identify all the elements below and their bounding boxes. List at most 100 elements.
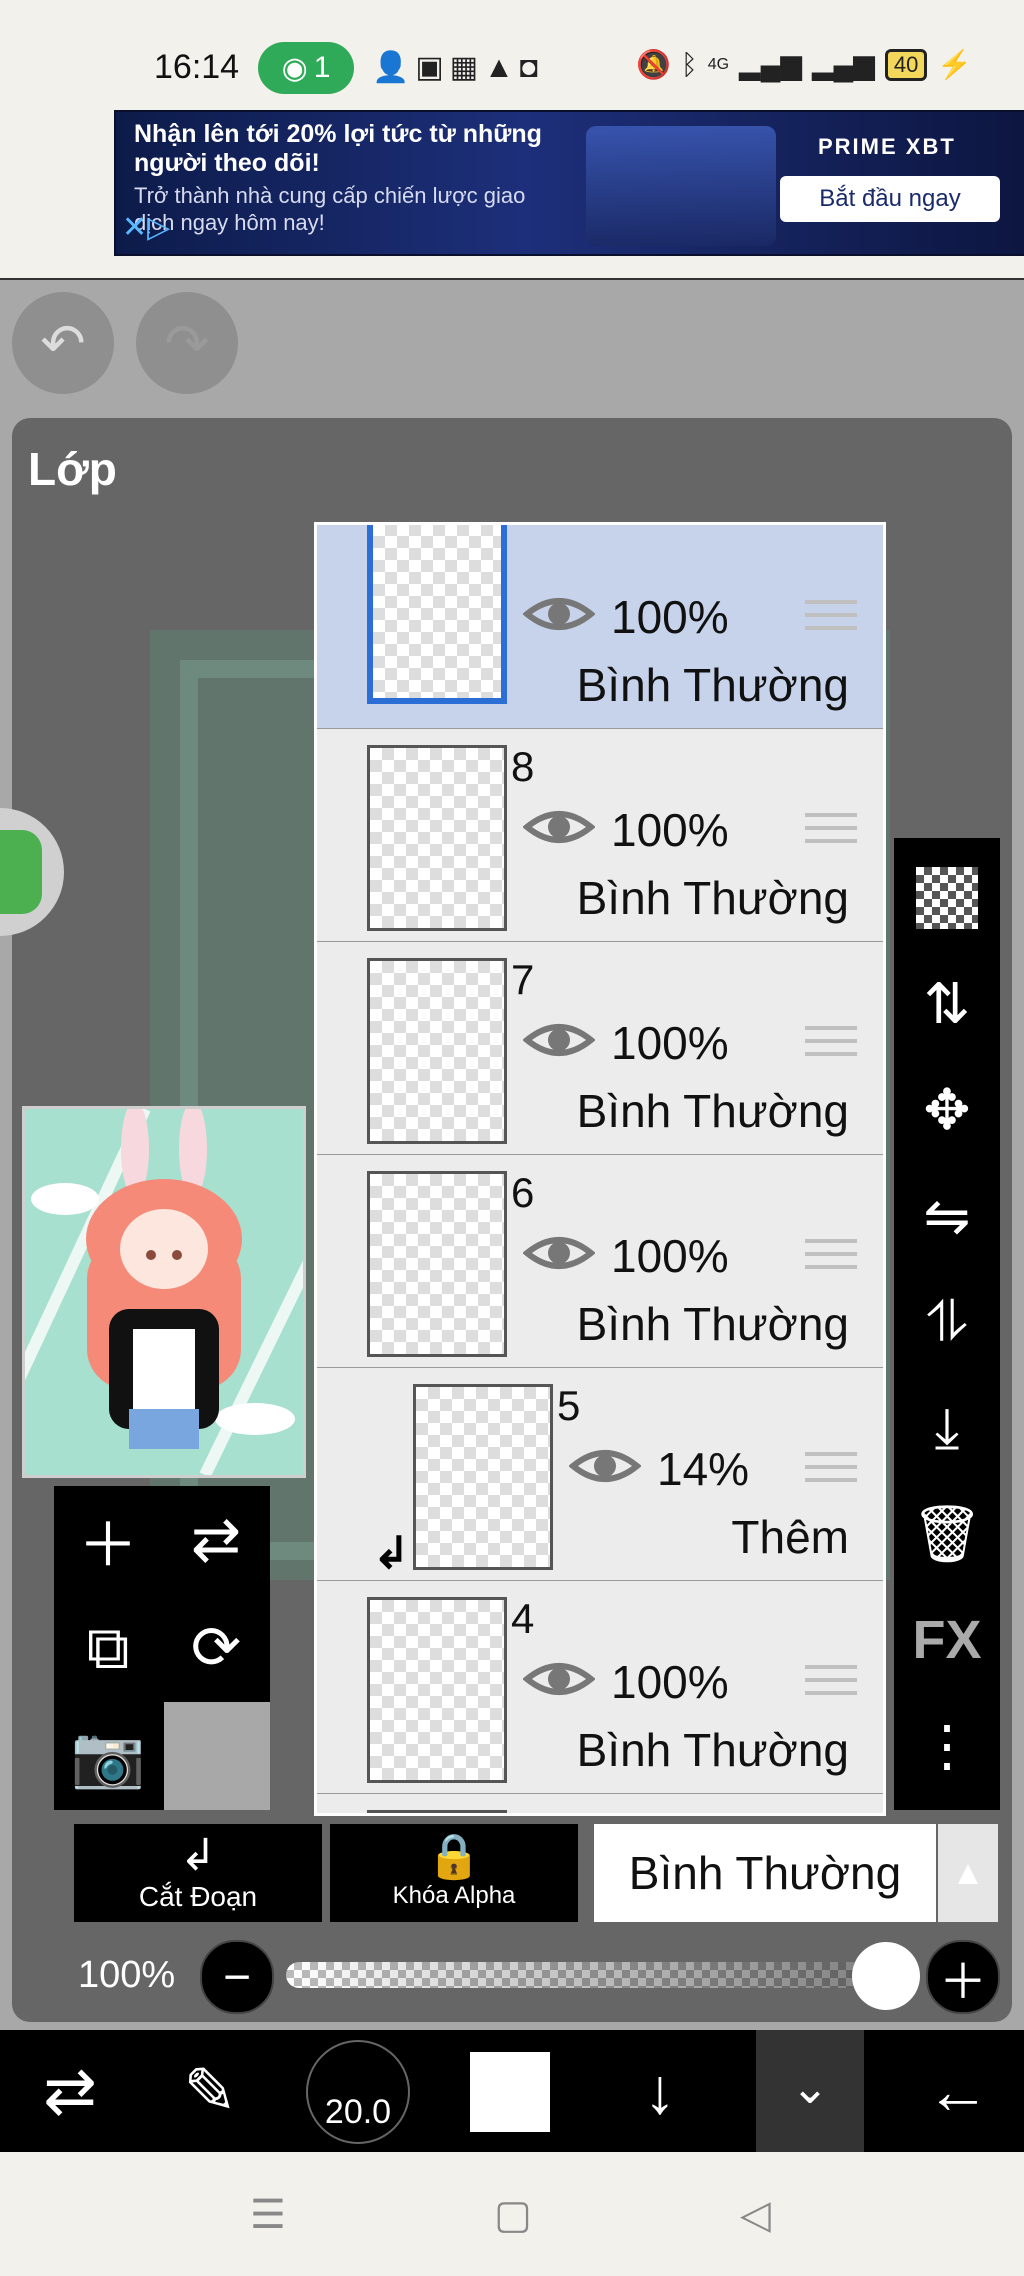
- clip-button[interactable]: ↲ Cắt Đoạn: [74, 1824, 322, 1922]
- undo-button[interactable]: ↶: [12, 292, 114, 394]
- menu-icon[interactable]: ☰: [250, 2192, 286, 2238]
- layer-thumbnail[interactable]: [367, 958, 507, 1144]
- eye-icon[interactable]: [569, 1442, 641, 1490]
- layer-list[interactable]: 100% Bình Thường 8 100% Bình Thường 7 100% Bình…: [314, 522, 886, 1816]
- side-handle-icon: [0, 830, 42, 914]
- eye-icon[interactable]: [523, 1016, 595, 1064]
- drag-handle-icon[interactable]: [805, 1452, 857, 1492]
- minus-icon: −: [222, 1950, 252, 2004]
- layer-thumbnail[interactable]: [367, 745, 507, 931]
- left-toolbar: ＋ ⇄ ⧉ ⟳ 📷: [54, 1486, 270, 1810]
- opacity-value: 100%: [78, 1954, 176, 1996]
- drag-handle-icon[interactable]: [805, 1026, 857, 1066]
- merge-down-button[interactable]: ⤓: [894, 1378, 1000, 1478]
- signal-2-icon: ▂▄▆: [811, 49, 875, 80]
- opacity-slider-thumb[interactable]: [852, 1942, 920, 2010]
- layer-thumbnail[interactable]: [367, 1597, 507, 1783]
- brush-tool-button[interactable]: ✎: [140, 2030, 280, 2152]
- merge-down-icon: ⤓: [934, 1395, 960, 1459]
- canvas-preview[interactable]: [22, 1106, 306, 1478]
- layer-opacity: 100%: [611, 591, 729, 643]
- layer-thumbnail[interactable]: [367, 1171, 507, 1357]
- ad-cta-button[interactable]: Bắt đầu ngay: [780, 176, 1000, 222]
- rocket-icon: ▲: [484, 51, 520, 84]
- layer-row[interactable]: 3: [317, 1794, 883, 1813]
- back-nav-icon[interactable]: ◁: [740, 2192, 771, 2238]
- network-type: 4G: [707, 55, 730, 73]
- opacity-decrease-button[interactable]: −: [200, 1940, 274, 2014]
- camera-button[interactable]: 📷: [54, 1702, 162, 1810]
- add-copy-icon: ⧉: [86, 1614, 130, 1681]
- layer-thumbnail[interactable]: [413, 1384, 553, 1570]
- layer-thumbnail[interactable]: [367, 1810, 507, 1813]
- clipping-arrow-icon: ↲: [373, 1529, 410, 1578]
- eye-icon[interactable]: [523, 590, 595, 638]
- eye-icon[interactable]: [523, 1229, 595, 1277]
- opacity-increase-button[interactable]: ＋: [926, 1940, 1000, 2014]
- more-button[interactable]: ⋮: [894, 1696, 1000, 1796]
- rotate-button[interactable]: ⟳: [162, 1594, 270, 1702]
- layer-number: 8: [511, 743, 535, 790]
- layer-down-button[interactable]: ↓: [590, 2030, 730, 2152]
- ad-headline: Nhận lên tới 20% lợi tức từ những người …: [134, 120, 542, 177]
- ad-banner[interactable]: Nhận lên tới 20% lợi tức từ những người …: [114, 110, 1024, 256]
- blend-mode-select[interactable]: Bình Thường: [594, 1824, 936, 1922]
- drag-handle-icon[interactable]: [805, 600, 857, 640]
- video-icon: ▣: [415, 51, 450, 84]
- alpha-lock-label: Khóa Alpha: [392, 1882, 516, 1909]
- layer-row[interactable]: 8 100% Bình Thường: [317, 729, 883, 944]
- more-icon: ⋮: [919, 1714, 975, 1777]
- status-bar: 16:14 ◉ 1 👤▣▦▲◘ 🔕 ᛒ 4G ▂▄▆ ▂▄▆ 40 ⚡: [0, 0, 1024, 108]
- add-layer-button[interactable]: ＋: [54, 1486, 162, 1594]
- transparency-icon: [916, 867, 978, 929]
- bluetooth-icon: ᛒ: [680, 48, 698, 80]
- rotate-icon: ⟳: [190, 1614, 242, 1681]
- ad-brand: PRIME XBT: [818, 134, 956, 159]
- layer-blend-mode: Bình Thường: [576, 872, 849, 924]
- redo-button[interactable]: ↷: [136, 292, 238, 394]
- redo-icon: ↷: [164, 313, 210, 374]
- add-copy-button[interactable]: ⧉: [54, 1594, 162, 1702]
- triangle-up-icon: ▲: [951, 1853, 985, 1892]
- flip-vertical-button[interactable]: ⥮: [894, 1272, 1000, 1372]
- color-picker-button[interactable]: [470, 2052, 550, 2132]
- battery-level: 40: [884, 48, 928, 81]
- move-button[interactable]: ✥: [894, 1060, 1000, 1160]
- plus-icon: ＋: [938, 1956, 987, 2009]
- back-button[interactable]: ←: [888, 2030, 1024, 2152]
- ad-close-icon[interactable]: ✕▷: [122, 210, 170, 245]
- layer-row[interactable]: 4 100% Bình Thường: [317, 1581, 883, 1796]
- flip-vertical-icon: ⥮: [926, 1289, 968, 1353]
- eye-icon[interactable]: [523, 803, 595, 851]
- alpha-lock-button[interactable]: 🔒 Khóa Alpha: [330, 1824, 578, 1922]
- chevron-down-icon: ⌄: [790, 2061, 830, 2113]
- fx-button[interactable]: FX: [894, 1590, 1000, 1690]
- move-icon: ✥: [923, 1078, 971, 1141]
- delete-layer-button[interactable]: 🗑: [894, 1484, 1000, 1584]
- clip-label: Cắt Đoạn: [138, 1881, 258, 1912]
- flip-horizontal-button[interactable]: ⇋: [894, 1166, 1000, 1266]
- layer-row[interactable]: ↲ 5 14% Thêm: [317, 1368, 883, 1583]
- tool-switch-button[interactable]: ⇄: [0, 2030, 140, 2152]
- ad-image: [586, 126, 776, 246]
- layer-swap-button[interactable]: ⇅: [894, 954, 1000, 1054]
- transparency-button[interactable]: [894, 848, 1000, 948]
- flip-button[interactable]: ⇄: [162, 1486, 270, 1594]
- brush-eraser-icon: ⇄: [43, 2054, 97, 2127]
- layer-row[interactable]: 100% Bình Thường: [317, 525, 883, 731]
- home-icon[interactable]: ▢: [494, 2192, 532, 2238]
- drag-handle-icon[interactable]: [805, 1665, 857, 1705]
- layer-opacity: 100%: [611, 1656, 729, 1708]
- layers-toggle-button[interactable]: ⌄: [756, 2030, 864, 2152]
- blend-mode-arrow[interactable]: ▲: [938, 1824, 998, 1922]
- drag-handle-icon[interactable]: [805, 1239, 857, 1279]
- layer-opacity: 100%: [611, 804, 729, 856]
- layer-row[interactable]: 6 100% Bình Thường: [317, 1155, 883, 1370]
- eye-icon[interactable]: [523, 1655, 595, 1703]
- layer-thumbnail[interactable]: [367, 525, 507, 704]
- opacity-slider[interactable]: [286, 1962, 886, 1988]
- drag-handle-icon[interactable]: [805, 813, 857, 853]
- layer-row[interactable]: 7 100% Bình Thường: [317, 942, 883, 1157]
- flip-icon: ⇄: [190, 1506, 242, 1573]
- brush-size-button[interactable]: 20.0: [306, 2040, 410, 2144]
